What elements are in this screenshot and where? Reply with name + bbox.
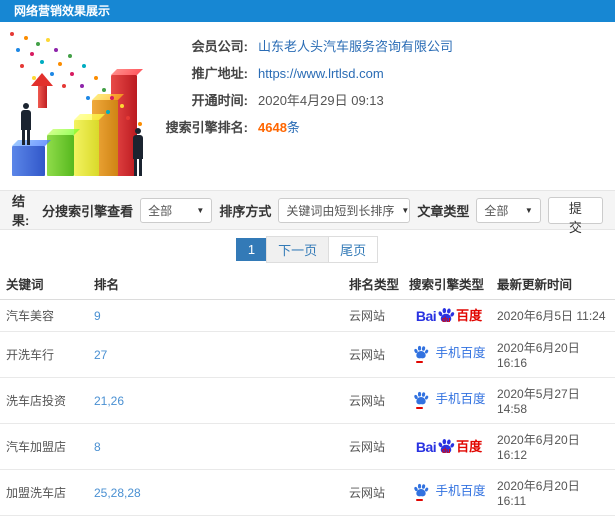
- page-1-button[interactable]: 1: [235, 237, 268, 261]
- baidu-paw-icon: [413, 345, 429, 363]
- mobile-baidu-logo: 手机百度: [412, 391, 486, 409]
- confetti-dots: [10, 32, 14, 36]
- promo-url-link[interactable]: https://www.lrtlsd.com: [258, 66, 384, 81]
- updated-cell: 2020年6月20日 16:16: [493, 331, 615, 378]
- updated-cell: 2020年6月20日 16:12: [493, 423, 615, 470]
- baidu-paw-icon: du: [437, 438, 455, 456]
- pagination: 1 下一页 尾页: [0, 230, 615, 268]
- col-rank-type: 排名类型: [345, 268, 405, 300]
- engine-select[interactable]: 全部 ▼: [140, 197, 213, 223]
- filter-bar: 结果: 分搜索引擎查看 全部 ▼ 排序方式 关键词由短到长排序 ▼ 文章类型 全…: [0, 190, 615, 235]
- businessman-figure-left: [18, 103, 34, 145]
- baidu-logo: Bai du 百度: [415, 438, 483, 456]
- keyword-cell: 开洗车行: [0, 331, 90, 378]
- table-row: 汽车美容 9 云网站 Bai du 百度 2020年6月5日 11:24: [0, 299, 615, 332]
- rank-type-cell: 云网站: [345, 515, 405, 520]
- open-time-value: 2020年4月29日 09:13: [258, 93, 384, 108]
- rank-type-cell: 云网站: [345, 377, 405, 424]
- table-header-row: 关键词 排名 排名类型 搜索引擎类型 最新更新时间: [0, 268, 615, 300]
- bar-chart-illustration: [0, 24, 175, 186]
- sort-select-value: 关键词由短到长排序: [286, 203, 395, 218]
- rank-type-cell: 云网站: [345, 423, 405, 470]
- rank-type-cell: 云网站: [345, 331, 405, 378]
- rank-link[interactable]: 21,26: [94, 394, 124, 408]
- updated-cell: 2020年6月5日 11:24: [493, 299, 615, 332]
- chevron-down-icon: ▼: [401, 205, 410, 215]
- filter-controls: 分搜索引擎查看 全部 ▼ 排序方式 关键词由短到长排序 ▼ 文章类型 全部 ▼ …: [42, 196, 603, 235]
- chart-bar-blue: [12, 146, 45, 176]
- page-title: 网络营销效果展示: [14, 4, 111, 18]
- engine-rank-row: 搜索引擎排名: 4648 条: [160, 117, 615, 144]
- col-keyword: 关键词: [0, 268, 90, 300]
- baidu-paw-icon: [413, 483, 429, 501]
- table-row: 洗车店投资 21,26 云网站 手机百度 2020年5月27日 14:58: [0, 377, 615, 424]
- col-engine-type: 搜索引擎类型: [405, 268, 493, 300]
- result-label: 结果:: [12, 194, 30, 228]
- baidu-paw-icon: du: [437, 307, 455, 325]
- engine-select-value: 全部: [148, 203, 173, 218]
- col-updated: 最新更新时间: [493, 268, 615, 300]
- baidu-paw-icon: [413, 391, 429, 409]
- keyword-cell: 洗车赚钱吗: [0, 515, 90, 520]
- businessman-figure-right: [130, 128, 146, 176]
- rank-link[interactable]: 27: [94, 348, 107, 362]
- keyword-ranking-table: 关键词 排名 排名类型 搜索引擎类型 最新更新时间 汽车美容 9 云网站 Bai…: [0, 268, 615, 520]
- chart-bar-green: [47, 135, 74, 176]
- engine-filter-label: 分搜索引擎查看: [42, 203, 134, 219]
- col-rank: 排名: [90, 268, 345, 300]
- rank-link[interactable]: 9: [94, 309, 101, 323]
- updated-cell: 2020年6月20日 16:12: [493, 515, 615, 520]
- keyword-cell: 汽车美容: [0, 299, 90, 332]
- company-link[interactable]: 山东老人头汽车服务咨询有限公司: [258, 36, 453, 55]
- mobile-baidu-logo: 手机百度: [412, 483, 486, 501]
- rank-type-cell: 云网站: [345, 469, 405, 516]
- table-row: 开洗车行 27 云网站 手机百度 2020年6月20日 16:16: [0, 331, 615, 378]
- open-time-row: 开通时间: 2020年4月29日 09:13: [160, 90, 615, 117]
- page-title-bar: 网络营销效果展示: [0, 0, 615, 22]
- baidu-logo: Bai du 百度: [415, 307, 483, 325]
- updated-cell: 2020年6月20日 16:11: [493, 469, 615, 516]
- promo-url-row: 推广地址: https://www.lrtlsd.com: [160, 63, 615, 90]
- article-type-select[interactable]: 全部 ▼: [476, 197, 541, 223]
- rank-type-cell: 云网站: [345, 299, 405, 332]
- article-type-label: 文章类型: [417, 203, 470, 219]
- chevron-down-icon: ▼: [196, 205, 205, 215]
- mobile-baidu-logo: 手机百度: [412, 345, 486, 363]
- keyword-cell: 加盟洗车店: [0, 469, 90, 516]
- article-type-value: 全部: [484, 203, 509, 218]
- next-page-button[interactable]: 下一页: [266, 235, 330, 263]
- engine-rank-count: 4648: [258, 120, 287, 135]
- last-page-button[interactable]: 尾页: [328, 235, 379, 263]
- engine-rank-unit: 条: [286, 120, 300, 135]
- updated-cell: 2020年5月27日 14:58: [493, 377, 615, 424]
- sort-select[interactable]: 关键词由短到长排序 ▼: [278, 197, 411, 223]
- sort-filter-label: 排序方式: [219, 203, 272, 219]
- company-row: 会员公司: 山东老人头汽车服务咨询有限公司: [160, 36, 615, 63]
- chevron-down-icon: ▼: [524, 205, 533, 215]
- keyword-cell: 洗车店投资: [0, 377, 90, 424]
- table-row: 汽车加盟店 8 云网站 Bai du 百度 2020年6月20日 16:12: [0, 423, 615, 470]
- submit-button[interactable]: 提交: [547, 196, 603, 235]
- table-row: 加盟洗车店 25,28,28 云网站 手机百度 2020年6月20日 16:11: [0, 469, 615, 516]
- member-info-section: 会员公司: 山东老人头汽车服务咨询有限公司 推广地址: https://www.…: [0, 22, 615, 190]
- rank-link[interactable]: 8: [94, 440, 101, 454]
- table-row: 洗车赚钱吗 30 云网站 手机百度 2020年6月20日 16:12: [0, 515, 615, 520]
- growth-arrow-icon: [31, 73, 53, 108]
- rank-link[interactable]: 25,28,28: [94, 486, 141, 500]
- keyword-cell: 汽车加盟店: [0, 423, 90, 470]
